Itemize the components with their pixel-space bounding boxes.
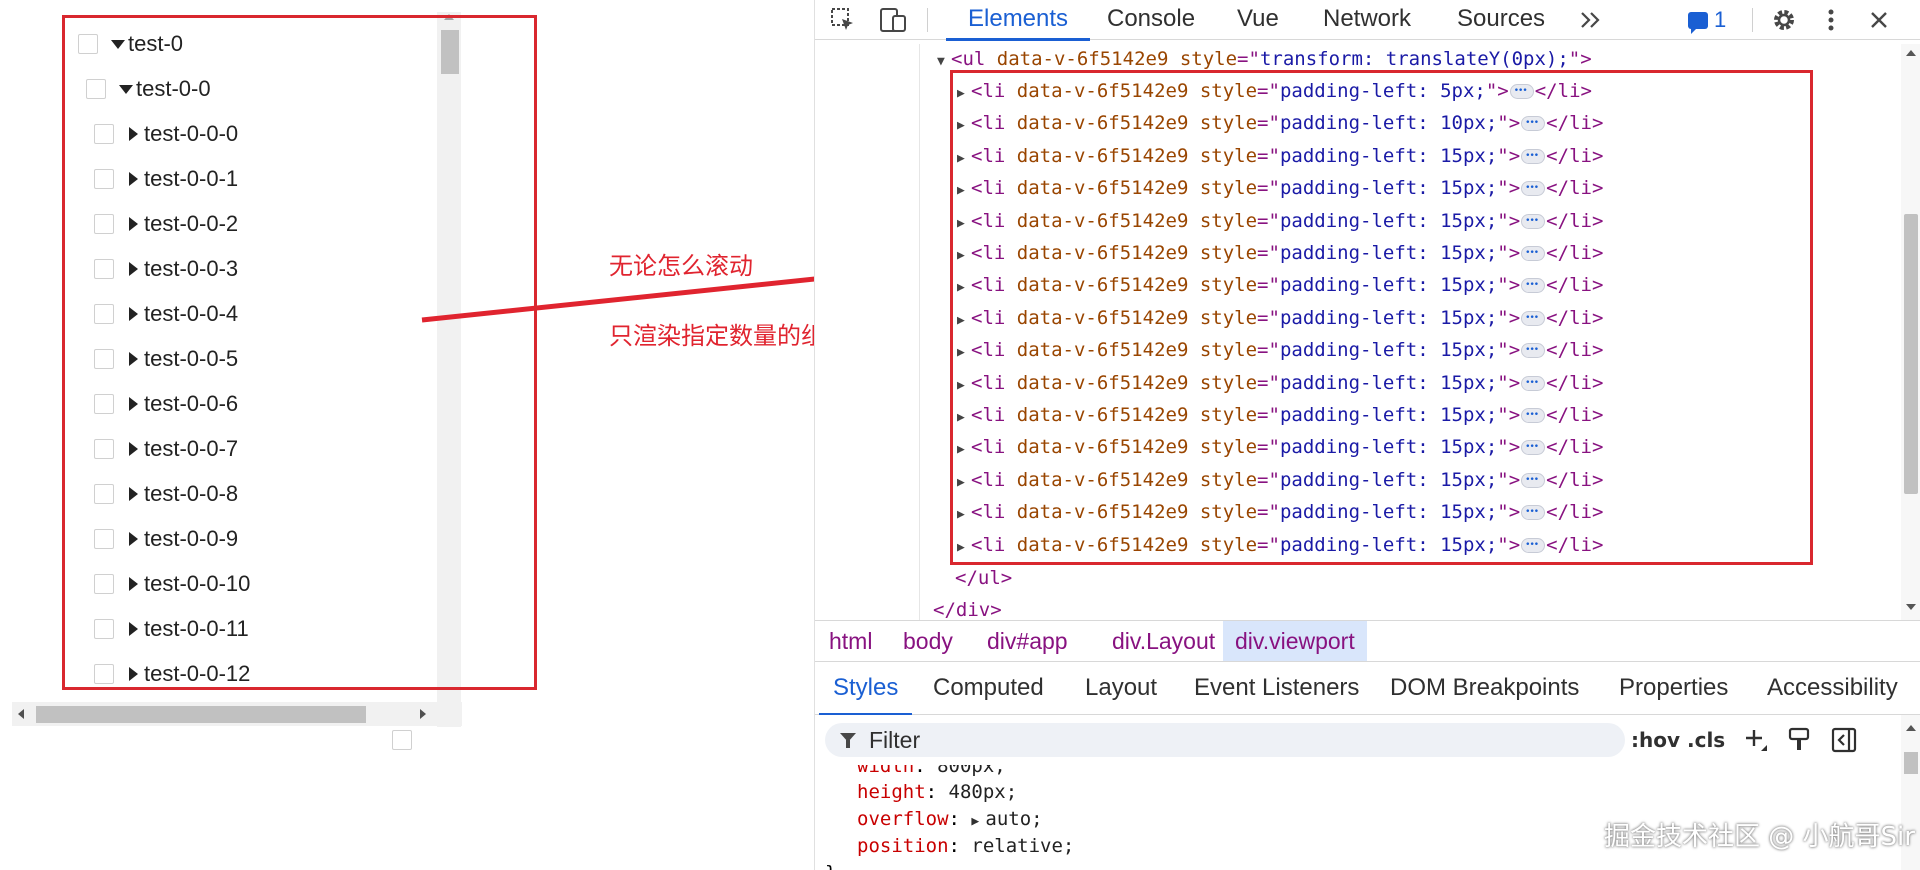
close-icon[interactable] (1861, 4, 1897, 36)
tab-computed[interactable]: Computed (933, 663, 1044, 715)
dom-li-item[interactable]: ▶ <li data-v-6f5142e9 style="padding-left… (957, 400, 1603, 430)
tab-network[interactable]: Network (1321, 0, 1413, 40)
settings-gear-icon[interactable] (1766, 4, 1802, 36)
filter-icon (839, 731, 857, 749)
expand-triangle-icon[interactable]: ▶ (957, 500, 971, 530)
breadcrumb-div-viewport[interactable]: div.viewport (1223, 621, 1367, 661)
dom-li-item[interactable]: ▶ <li data-v-6f5142e9 style="padding-left… (957, 238, 1603, 268)
dom-ul-close[interactable]: </ul> (955, 563, 1012, 593)
devtools-toolbar: Elements Console Vue Network Sources 1 (815, 0, 1920, 41)
collapsed-content-icon[interactable] (1521, 530, 1546, 560)
collapsed-content-icon[interactable] (1521, 335, 1546, 365)
dom-li-item[interactable]: ▶ <li data-v-6f5142e9 style="padding-left… (957, 497, 1603, 527)
breadcrumb-div-layout[interactable]: div.Layout (1100, 621, 1227, 661)
collapsed-content-icon[interactable] (1521, 465, 1546, 495)
collapsed-content-icon[interactable] (1521, 303, 1546, 333)
watermark: 掘金技术社区 @ 小航哥Sir (1604, 822, 1915, 852)
expand-triangle-icon[interactable]: ▶ (957, 209, 971, 239)
add-rule-plus-icon[interactable] (1741, 725, 1771, 755)
elements-scrollbar[interactable] (1901, 44, 1920, 620)
breadcrumb-div-app[interactable]: div#app (975, 621, 1080, 661)
paint-brush-icon[interactable] (1784, 725, 1814, 755)
collapsed-content-icon[interactable] (1521, 141, 1546, 171)
css-rule-position[interactable]: position: relative; (857, 833, 1074, 860)
tab-styles[interactable]: Styles (818, 663, 913, 716)
expand-triangle-icon[interactable]: ▶ (957, 435, 971, 465)
dom-li-item[interactable]: ▶ <li data-v-6f5142e9 style="padding-left… (957, 432, 1603, 462)
tab-elements[interactable]: Elements (945, 0, 1091, 41)
device-toolbar-icon[interactable] (875, 4, 911, 36)
expand-triangle-icon[interactable]: ▶ (957, 176, 971, 206)
dom-div-close[interactable]: </div> (933, 595, 1002, 620)
dom-li-item[interactable]: ▶ <li data-v-6f5142e9 style="padding-left… (957, 368, 1603, 398)
dom-ul-open[interactable]: ▼ <ul data-v-6f5142e9 style="transform: t… (937, 44, 1592, 74)
css-rule-close: } (825, 860, 836, 870)
issues-badge[interactable]: 1 (1688, 4, 1726, 36)
filter-input[interactable] (867, 725, 1467, 755)
annotation-line-1: 无论怎么滚动 (609, 252, 753, 280)
expand-triangle-icon[interactable]: ▶ (957, 111, 971, 141)
css-rule-width[interactable]: width: 800px; (857, 765, 1006, 780)
more-options-icon[interactable] (1813, 4, 1849, 36)
collapsed-content-icon[interactable] (1521, 368, 1546, 398)
dom-li-item[interactable]: ▶ <li data-v-6f5142e9 style="padding-left… (957, 173, 1603, 203)
dom-li-item[interactable]: ▶ <li data-v-6f5142e9 style="padding-left… (957, 206, 1603, 236)
tab-vue[interactable]: Vue (1235, 0, 1281, 40)
dom-li-item[interactable]: ▶ <li data-v-6f5142e9 style="padding-left… (957, 530, 1603, 560)
collapsed-content-icon[interactable] (1521, 206, 1546, 236)
collapsed-content-icon[interactable] (1521, 270, 1546, 300)
css-rule-height[interactable]: height: 480px; (857, 779, 1017, 806)
collapsed-content-icon[interactable] (1521, 108, 1546, 138)
elements-dom-tree[interactable]: ▼ <ul data-v-6f5142e9 style="transform: t… (815, 44, 1920, 620)
dom-li-item[interactable]: ▶ <li data-v-6f5142e9 style="padding-left… (957, 76, 1592, 106)
tab-event-listeners[interactable]: Event Listeners (1194, 663, 1359, 715)
expand-triangle-icon[interactable]: ▶ (957, 241, 971, 271)
breadcrumb: html body div#app div.Layout div.viewpor… (815, 620, 1920, 662)
tab-console[interactable]: Console (1105, 0, 1197, 40)
dom-li-item[interactable]: ▶ <li data-v-6f5142e9 style="padding-left… (957, 270, 1603, 300)
expand-triangle-icon[interactable]: ▶ (957, 371, 971, 401)
breadcrumb-body[interactable]: body (891, 621, 965, 661)
dom-li-item[interactable]: ▶ <li data-v-6f5142e9 style="padding-left… (957, 141, 1603, 171)
expand-triangle-icon[interactable]: ▶ (957, 468, 971, 498)
chevron-double-right-icon[interactable] (1573, 4, 1609, 36)
inspect-element-icon[interactable] (825, 4, 861, 36)
tab-layout[interactable]: Layout (1085, 663, 1157, 715)
expand-triangle-icon[interactable]: ▶ (957, 533, 971, 563)
collapsed-content-icon[interactable] (1521, 432, 1546, 462)
expand-triangle-icon[interactable]: ▶ (957, 79, 971, 109)
collapsed-content-icon[interactable] (1521, 173, 1546, 203)
css-rule-overflow[interactable]: overflow: ▶ auto; (857, 806, 1043, 833)
hover-state-toggle[interactable]: :hov (1631, 723, 1680, 757)
expand-triangle-icon[interactable]: ▶ (957, 273, 971, 303)
toggle-sidebar-icon[interactable] (1829, 725, 1859, 755)
styles-filter-row: :hov .cls (815, 715, 1920, 765)
collapsed-content-icon[interactable] (1521, 497, 1546, 527)
dom-li-item[interactable]: ▶ <li data-v-6f5142e9 style="padding-left… (957, 108, 1603, 138)
class-toggle[interactable]: .cls (1687, 723, 1725, 757)
dom-li-item[interactable]: ▶ <li data-v-6f5142e9 style="padding-left… (957, 303, 1603, 333)
expand-triangle-icon[interactable]: ▶ (957, 306, 971, 336)
collapsed-content-icon[interactable] (1521, 400, 1546, 430)
dom-li-item[interactable]: ▶ <li data-v-6f5142e9 style="padding-left… (957, 335, 1603, 365)
expand-triangle-icon[interactable]: ▶ (957, 338, 971, 368)
collapsed-content-icon[interactable] (1521, 238, 1546, 268)
expand-triangle-icon[interactable]: ▶ (957, 403, 971, 433)
tab-properties[interactable]: Properties (1619, 663, 1728, 715)
expand-triangle-icon[interactable]: ▶ (957, 144, 971, 174)
tab-dom-breakpoints[interactable]: DOM Breakpoints (1390, 663, 1579, 715)
issues-count: 1 (1714, 7, 1727, 32)
tab-accessibility[interactable]: Accessibility (1767, 663, 1898, 715)
message-icon (1688, 11, 1708, 34)
devtools-panel: Elements Console Vue Network Sources 1 ▼… (814, 0, 1920, 870)
collapsed-content-icon[interactable] (1509, 76, 1534, 106)
dom-li-item[interactable]: ▶ <li data-v-6f5142e9 style="padding-left… (957, 465, 1603, 495)
tab-sources[interactable]: Sources (1455, 0, 1547, 40)
filter-box[interactable] (825, 723, 1625, 757)
breadcrumb-html[interactable]: html (817, 621, 884, 661)
styles-subtabs: Styles Computed Layout Event Listeners D… (815, 663, 1920, 716)
